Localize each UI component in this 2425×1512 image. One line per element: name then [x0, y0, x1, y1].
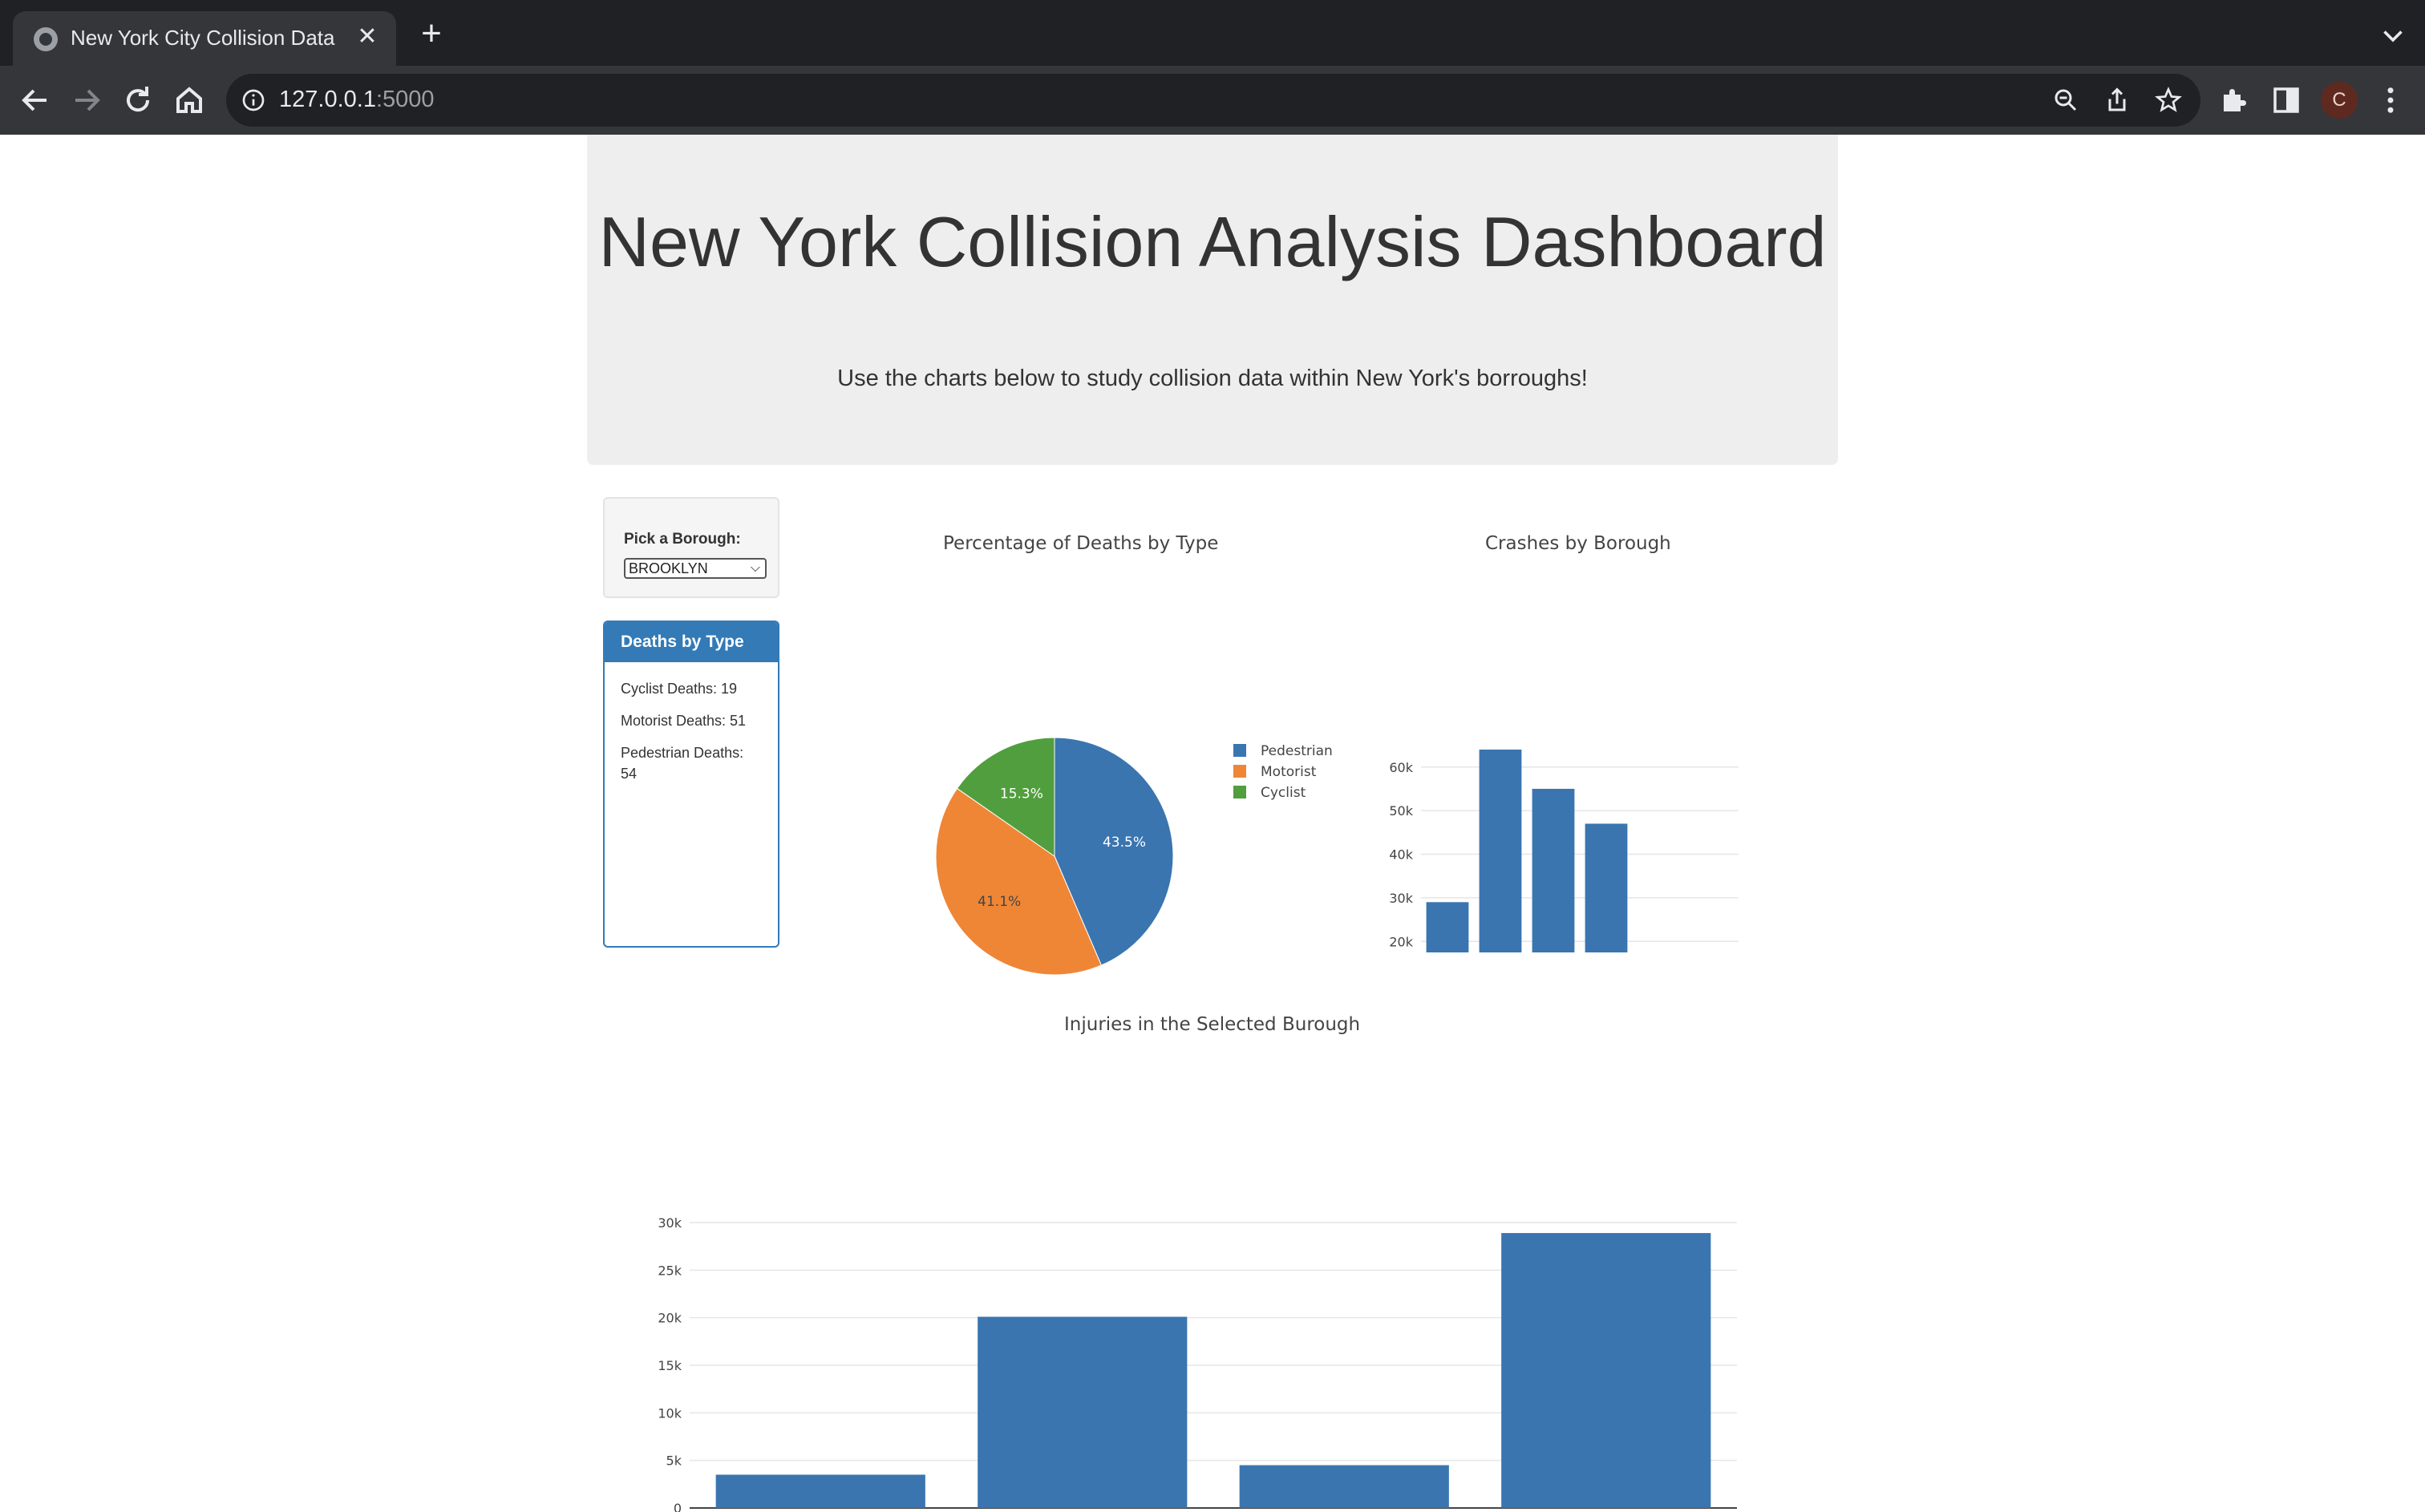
back-icon[interactable]	[16, 81, 55, 119]
legend-label-pedestrian: Pedestrian	[1261, 743, 1333, 759]
legend-label-motorist: Motorist	[1261, 764, 1317, 780]
crashes-bar-chart: 010k20k30k40k50k60kQUEENSMANHATTANBROOKL…	[1389, 750, 1739, 952]
y-tick-label: 25k	[658, 1263, 682, 1278]
crashes-chart-title: Crashes by Borough	[1485, 533, 1671, 554]
injuries-chart-title: Injuries in the Selected Burough	[1064, 1014, 1361, 1035]
legend-swatch-cyclist	[1233, 786, 1246, 798]
reload-icon[interactable]	[119, 81, 157, 119]
star-icon[interactable]	[2154, 86, 2183, 115]
zoom-out-icon[interactable]	[2051, 86, 2080, 115]
y-tick-label: 30k	[658, 1215, 682, 1231]
side-panel-icon[interactable]	[2269, 83, 2303, 117]
page-content: New York Collision Analysis Dashboard Us…	[0, 135, 2425, 1512]
bar-bronx	[1585, 823, 1628, 952]
y-tick-label: 10k	[658, 1405, 682, 1421]
borough-select-value: BROOKLYN	[629, 560, 708, 576]
pie-chart: 43.5% 41.1% 15.3% Pedestrian Motorist Cyclist	[935, 737, 1333, 976]
browser-tabstrip: New York City Collision Data ✕ +	[0, 0, 2425, 66]
borough-picker-label: Pick a Borough:	[624, 531, 741, 548]
url-text: 127.0.0.1:5000	[279, 87, 435, 112]
bar-motorists-injured	[978, 1316, 1188, 1508]
browser-tab[interactable]: New York City Collision Data ✕	[13, 11, 396, 66]
forward-icon[interactable]	[67, 81, 106, 119]
borough-select[interactable]: BROOKLYN ⌵	[624, 558, 767, 579]
y-tick-label: 60k	[1389, 760, 1413, 775]
legend-swatch-pedestrian	[1233, 744, 1246, 757]
legend-swatch-motorist	[1233, 765, 1246, 778]
pedestrian-deaths: Pedestrian Deaths: 54	[621, 745, 744, 782]
y-tick-label: 40k	[1389, 847, 1413, 863]
y-tick-label: 20k	[658, 1311, 682, 1326]
plus-icon[interactable]: +	[414, 16, 449, 53]
chevron-down-icon: ⌵	[750, 561, 760, 575]
deaths-panel: Deaths by Type Cyclist Deaths: 19 Motori…	[603, 621, 779, 948]
y-tick-label: 20k	[1389, 934, 1413, 949]
motorist-deaths: Motorist Deaths: 51	[621, 713, 747, 729]
y-tick-label: 0	[674, 1501, 682, 1512]
close-icon[interactable]: ✕	[353, 22, 382, 51]
borough-picker: Pick a Borough: BROOKLYN ⌵	[603, 497, 779, 598]
browser-toolbar: 127.0.0.1:5000 C	[0, 66, 2425, 135]
bar-total-injured	[1501, 1233, 1711, 1508]
cyclist-deaths: Cyclist Deaths: 19	[621, 681, 738, 697]
address-bar[interactable]: 127.0.0.1:5000	[226, 74, 2200, 127]
bar-queens	[1426, 902, 1469, 952]
pie-slice-label: 41.1%	[978, 894, 1021, 910]
page-title: New York Collision Analysis Dashboard	[598, 202, 1827, 281]
injuries-bar-chart: 05k10k15k20k25k30kCyclists InjuredMotori…	[658, 1215, 1737, 1512]
bar-brooklyn	[1532, 788, 1575, 952]
home-icon[interactable]	[170, 81, 208, 119]
header-jumbotron: New York Collision Analysis Dashboard Us…	[587, 135, 1838, 465]
legend-label-cyclist: Cyclist	[1261, 785, 1306, 801]
extensions-icon[interactable]	[2218, 83, 2252, 117]
pie-slice-label: 15.3%	[1000, 786, 1043, 802]
y-tick-label: 30k	[1389, 891, 1413, 906]
deaths-panel-body: Cyclist Deaths: 19 Motorist Deaths: 51 P…	[605, 662, 778, 811]
profile-avatar[interactable]: C	[2321, 82, 2358, 119]
share-icon[interactable]	[2103, 86, 2131, 115]
y-tick-label: 50k	[1389, 803, 1413, 819]
globe-icon	[34, 27, 58, 51]
info-icon[interactable]	[241, 87, 266, 113]
bar-manhattan	[1479, 750, 1522, 952]
chevron-down-icon[interactable]	[2378, 21, 2407, 50]
bar-cyclists-injured	[715, 1474, 925, 1508]
tab-title: New York City Collision Data	[71, 26, 335, 50]
y-tick-label: 5k	[666, 1453, 682, 1469]
pie-slice-label: 43.5%	[1103, 835, 1146, 851]
bar-pedestrians-injured	[1239, 1465, 1449, 1508]
pie-chart-title: Percentage of Deaths by Type	[943, 533, 1219, 554]
y-tick-label: 15k	[658, 1358, 682, 1373]
deaths-panel-heading: Deaths by Type	[605, 622, 778, 662]
menu-icon[interactable]	[2374, 83, 2407, 117]
page-subtitle: Use the charts below to study collision …	[837, 366, 1588, 391]
